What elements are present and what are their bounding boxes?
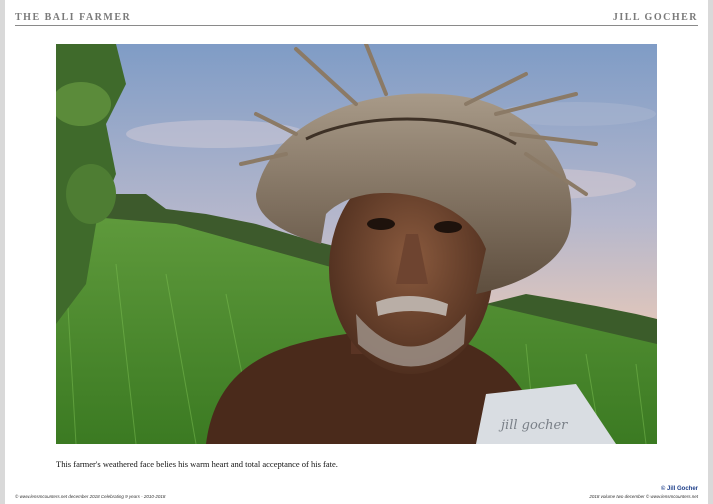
footer-left-text: © www.lensmcounters.net december 2018 Ce… [15, 494, 166, 499]
author-name: JILL GOCHER [612, 12, 698, 23]
footer-right-text: 2018 volume two december © www.lensmcoun… [589, 494, 698, 499]
photo-signature: jill gocher [498, 418, 568, 433]
portrait-photo: jill gocher [56, 44, 657, 444]
section-title: THE BALI FARMER [15, 12, 132, 23]
photo-illustration: jill gocher [56, 44, 657, 444]
header-rule [15, 25, 698, 26]
magazine-page: THE BALI FARMER JILL GOCHER jill gocher … [5, 0, 708, 504]
photo-caption: This farmer's weathered face belies his … [56, 459, 338, 469]
copyright-credit: © Jill Gocher [660, 486, 698, 492]
